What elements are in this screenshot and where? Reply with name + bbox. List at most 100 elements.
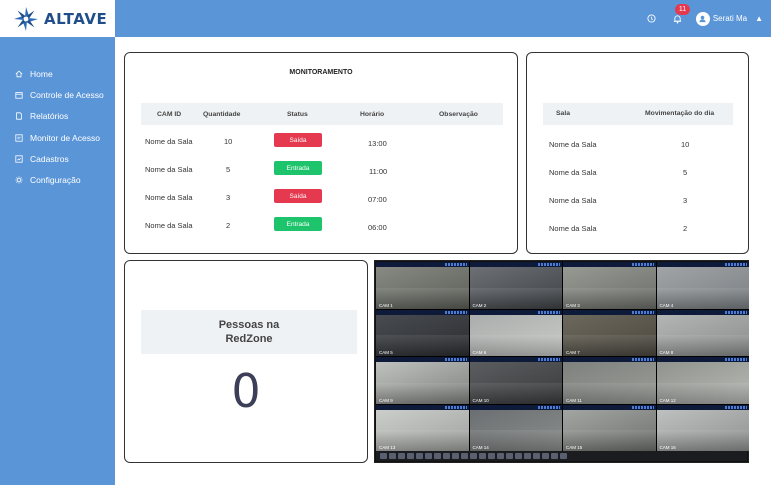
camera-status-bar bbox=[376, 404, 469, 410]
home-icon bbox=[14, 69, 23, 78]
sidebar-item-monitor-de-acesso[interactable]: Monitor de Acesso bbox=[0, 127, 115, 148]
cell-horario: 11:00 bbox=[369, 167, 388, 176]
status-saida-button[interactable]: Saída bbox=[274, 189, 322, 203]
camera-feed[interactable]: CAM 3 bbox=[563, 262, 656, 309]
sidebar-item-label: Relatórios bbox=[30, 111, 69, 122]
cell-movimentacao: 3 bbox=[683, 196, 688, 205]
camera-control-button[interactable] bbox=[407, 453, 414, 459]
camera-control-button[interactable] bbox=[389, 453, 396, 459]
camera-control-button[interactable] bbox=[416, 453, 423, 459]
camera-feed[interactable]: CAM 1 bbox=[376, 262, 469, 309]
camera-label: CAM 9 bbox=[379, 397, 393, 403]
cell-movimentacao: 10 bbox=[681, 140, 690, 149]
camera-feed[interactable]: CAM 12 bbox=[656, 357, 749, 404]
table-row: Nome da Sala 3 bbox=[543, 194, 733, 210]
table-row: Nome da Sala 10 bbox=[543, 138, 733, 154]
status-entrada-button[interactable]: Entrada bbox=[274, 217, 322, 231]
column-header: Observação bbox=[439, 110, 478, 118]
camera-control-button[interactable] bbox=[398, 453, 405, 459]
help-icon[interactable] bbox=[644, 11, 660, 27]
camera-control-button[interactable] bbox=[560, 453, 567, 459]
camera-control-button[interactable] bbox=[380, 453, 387, 459]
camera-control-button[interactable] bbox=[551, 453, 558, 459]
camera-feed[interactable]: CAM 6 bbox=[469, 309, 562, 356]
camera-control-button[interactable] bbox=[497, 453, 504, 459]
camera-label: CAM 13 bbox=[379, 445, 396, 450]
camera-label: CAM 15 bbox=[566, 445, 583, 450]
avatar bbox=[695, 11, 710, 26]
camera-status-bar bbox=[469, 262, 562, 267]
camera-grid: CAM 1 CAM 2 CAM 3 CAM 4 CAM 5 CAM 6 CAM 7 CAM 8… bbox=[376, 262, 749, 451]
redzone-title-box: Pessoas na RedZone bbox=[141, 310, 357, 354]
camera-feed[interactable]: CAM 16 bbox=[656, 404, 749, 451]
camera-status-bar bbox=[469, 357, 562, 362]
table-header: CAM ID Quantidade Status Horário Observa… bbox=[141, 103, 503, 125]
brand-logo[interactable]: ALTAVE bbox=[0, 0, 115, 37]
camera-control-button[interactable] bbox=[425, 453, 432, 459]
camera-control-button[interactable] bbox=[515, 453, 522, 459]
sidebar-item-controle-de-acesso[interactable]: Controle de Acesso bbox=[0, 84, 115, 105]
camera-status-bar bbox=[376, 357, 469, 362]
sidebar-item-label: Monitor de Acesso bbox=[30, 132, 100, 143]
camera-control-button[interactable] bbox=[488, 453, 495, 459]
camera-feed[interactable]: CAM 9 bbox=[376, 357, 469, 404]
status-entrada-button[interactable]: Entrada bbox=[274, 161, 322, 175]
camera-control-button[interactable] bbox=[524, 453, 531, 459]
camera-control-button[interactable] bbox=[506, 453, 513, 459]
cell-quantidade: 5 bbox=[226, 165, 231, 174]
user-menu[interactable]: Serati Ma ▲ bbox=[695, 11, 763, 26]
camera-control-button[interactable] bbox=[470, 453, 477, 459]
table-header: Sala Movimentação do dia bbox=[543, 103, 733, 125]
camera-feed[interactable]: CAM 13 bbox=[376, 404, 469, 451]
camera-feed[interactable]: CAM 4 bbox=[656, 262, 749, 309]
status-saida-button[interactable]: Saída bbox=[274, 133, 322, 147]
camera-status-bar bbox=[563, 262, 656, 267]
camera-control-button[interactable] bbox=[452, 453, 459, 459]
gear-icon bbox=[14, 176, 23, 185]
sidebar-item-home[interactable]: Home bbox=[0, 63, 115, 84]
top-actions: 11 Serati Ma ▲ bbox=[644, 0, 763, 37]
camera-control-button[interactable] bbox=[443, 453, 450, 459]
document-icon bbox=[14, 112, 23, 121]
cell-quantidade: 10 bbox=[224, 137, 233, 146]
camera-feed[interactable]: CAM 7 bbox=[563, 309, 656, 356]
sidebar-item-label: Configuração bbox=[30, 175, 81, 186]
table-row: Nome da Sala 3 Saída 07:00 bbox=[141, 189, 503, 209]
sidebar-item-cadastros[interactable]: Cadastros bbox=[0, 148, 115, 169]
camera-label: CAM 2 bbox=[472, 302, 487, 308]
sidebar-item-relatorios[interactable]: Relatórios bbox=[0, 106, 115, 127]
camera-label: CAM 8 bbox=[659, 350, 674, 355]
camera-control-button[interactable] bbox=[434, 453, 441, 459]
sidebar-item-configuracao[interactable]: Configuração bbox=[0, 169, 115, 190]
table-row: Nome da Sala 5 Entrada 11:00 bbox=[141, 161, 503, 181]
camera-feed[interactable]: CAM 8 bbox=[656, 309, 749, 356]
camera-grid-viewer: CAM 1 CAM 2 CAM 3 CAM 4 CAM 5 CAM 6 CAM 7 CAM 8… bbox=[374, 260, 749, 463]
camera-feed[interactable]: CAM 15 bbox=[563, 404, 656, 451]
camera-feed[interactable]: CAM 10 bbox=[469, 357, 562, 404]
camera-feed[interactable]: CAM 5 bbox=[376, 309, 469, 356]
camera-control-button[interactable] bbox=[542, 453, 549, 459]
column-header: Horário bbox=[360, 110, 385, 118]
cell-sala: Nome da Sala bbox=[549, 140, 597, 149]
camera-label: CAM 10 bbox=[472, 397, 489, 403]
camera-control-button[interactable] bbox=[461, 453, 468, 459]
user-name: Serati Ma bbox=[712, 14, 748, 23]
monitor-icon bbox=[14, 133, 23, 142]
camera-control-button[interactable] bbox=[533, 453, 540, 459]
camera-feed[interactable]: CAM 14 bbox=[469, 404, 562, 451]
notifications-button[interactable]: 11 bbox=[670, 3, 691, 27]
column-header: Movimentação do dia bbox=[645, 110, 715, 117]
redzone-panel: Pessoas na RedZone 0 bbox=[124, 260, 368, 463]
camera-status-bar bbox=[656, 404, 749, 410]
altave-logo-icon bbox=[14, 6, 38, 31]
cell-quantidade: 3 bbox=[226, 193, 231, 202]
camera-control-button[interactable] bbox=[479, 453, 486, 459]
caret-up-icon[interactable]: ▲ bbox=[755, 14, 763, 23]
camera-label: CAM 5 bbox=[379, 350, 393, 355]
cell-sala: Nome da Sala bbox=[549, 168, 597, 177]
camera-feed[interactable]: CAM 11 bbox=[563, 357, 656, 404]
camera-label: CAM 3 bbox=[566, 302, 580, 308]
camera-feed[interactable]: CAM 2 bbox=[469, 262, 562, 309]
register-icon bbox=[14, 154, 23, 163]
cell-sala: Nome da Sala bbox=[549, 196, 597, 205]
